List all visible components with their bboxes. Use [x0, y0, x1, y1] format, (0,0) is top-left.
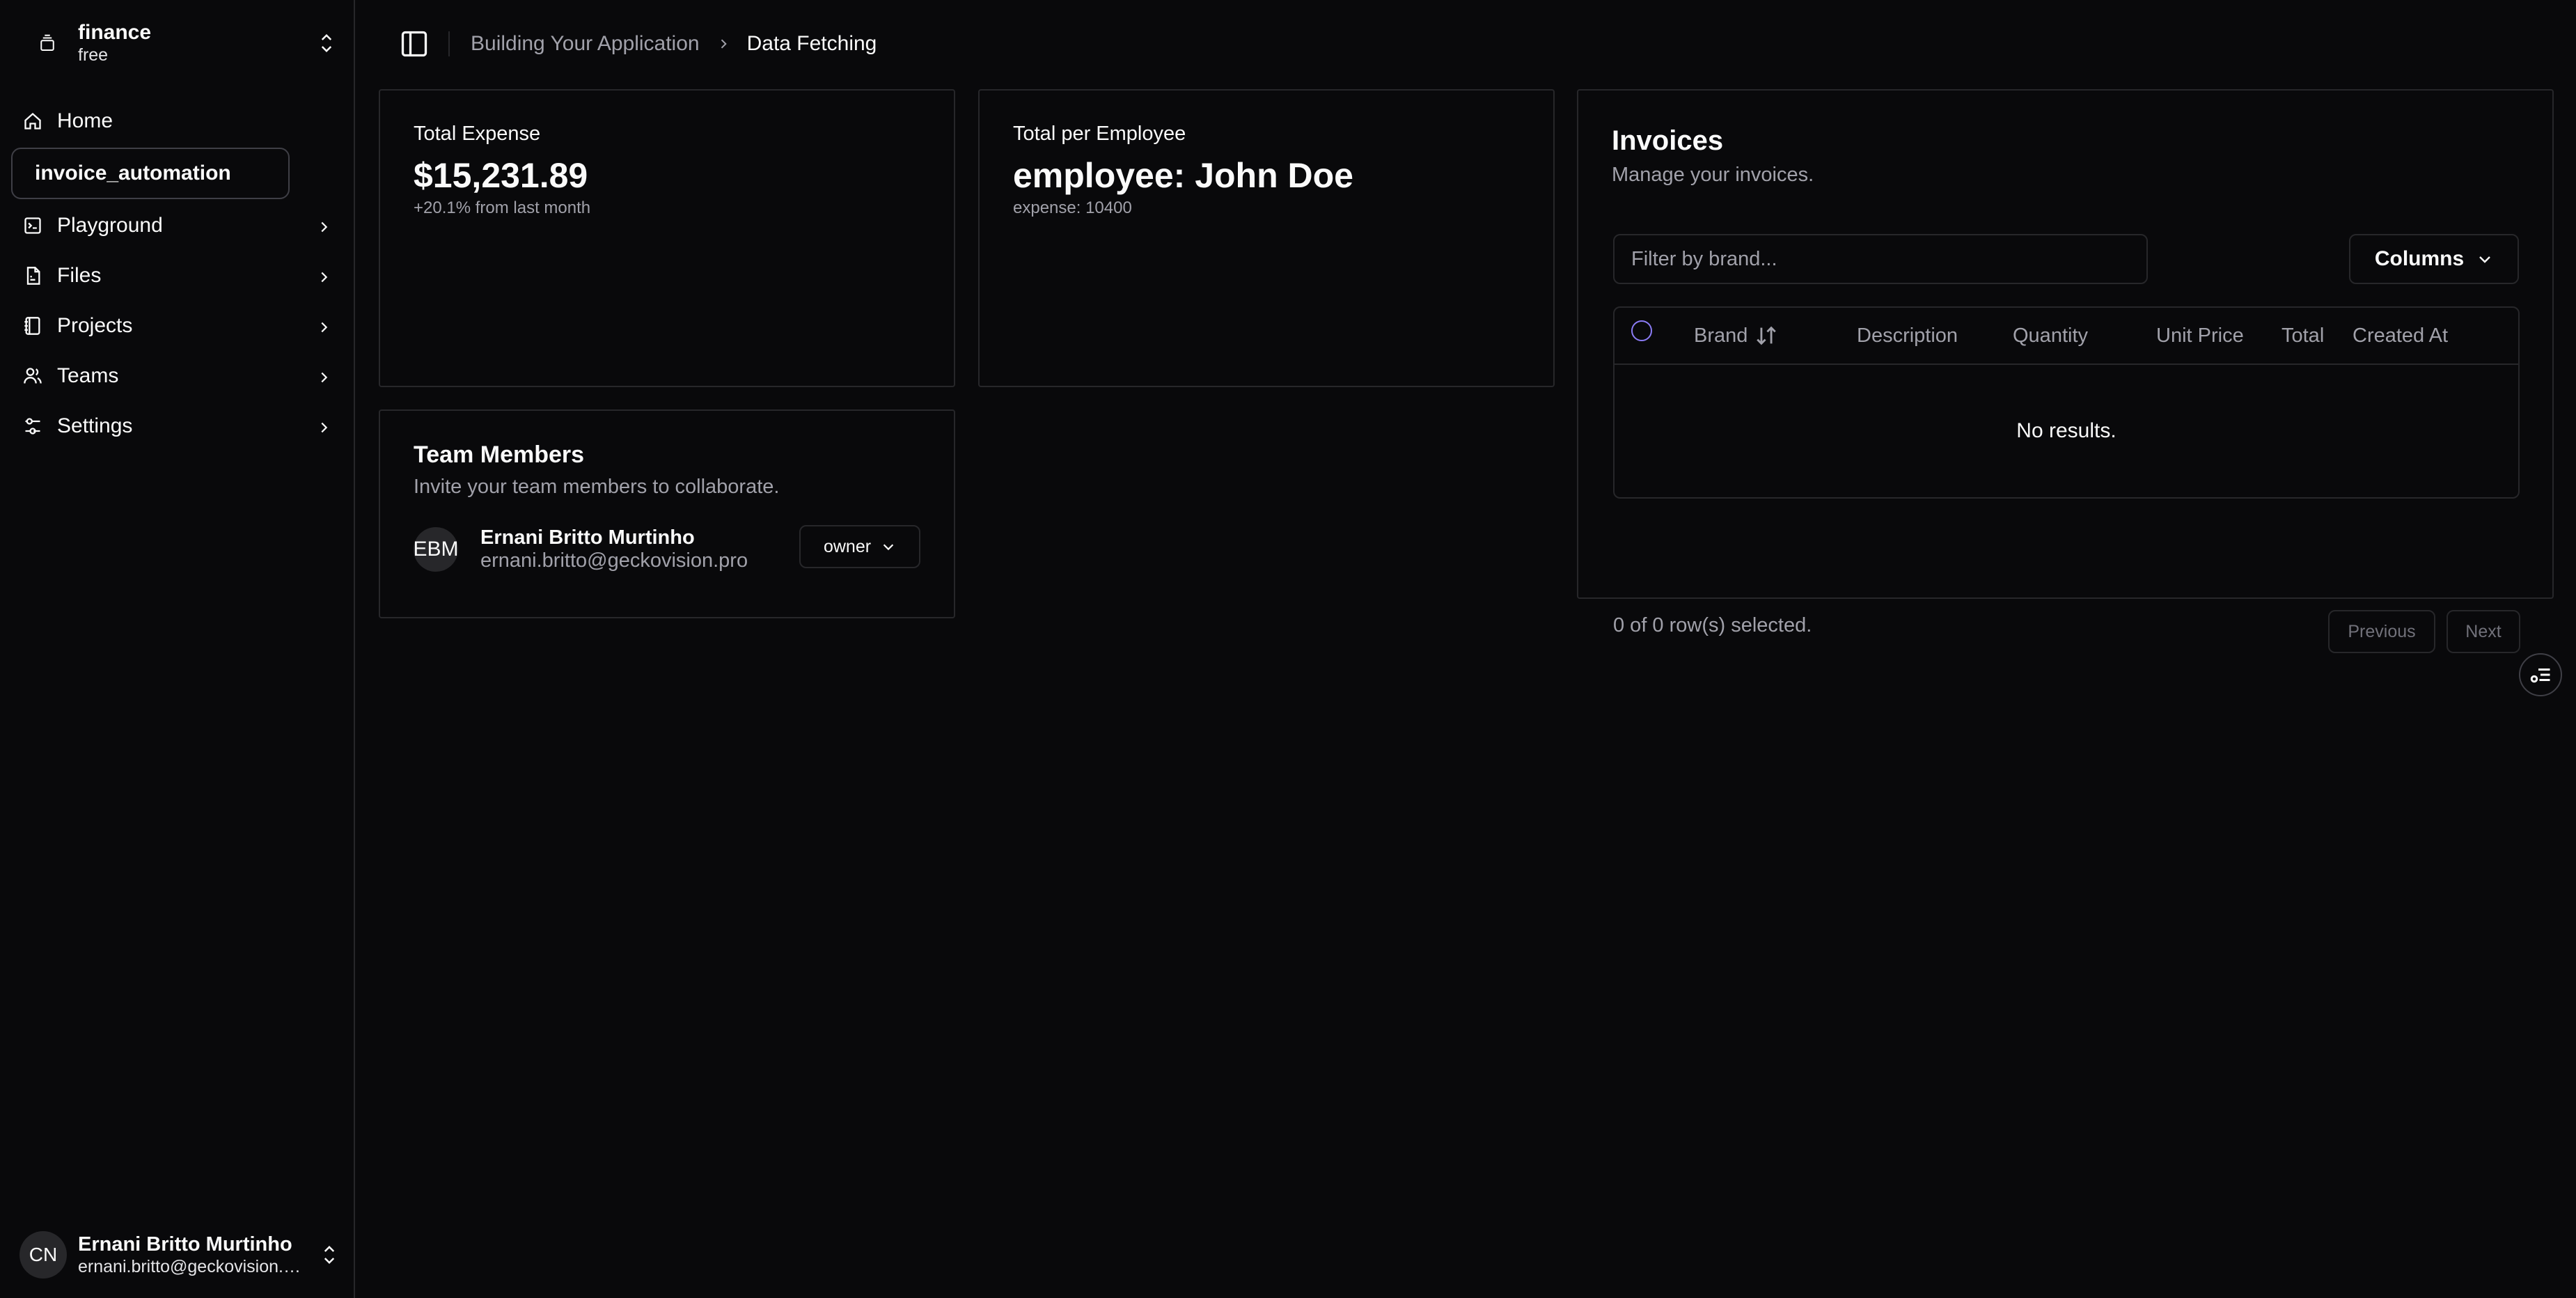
list-filter-icon: [2530, 668, 2550, 683]
sidebar-item-settings[interactable]: Settings: [11, 402, 344, 450]
card-subtext: expense: 10400: [1013, 198, 1132, 217]
terminal-square-icon: [22, 215, 43, 236]
table-header: Brand Description Quantity Unit Price To…: [1615, 308, 2518, 365]
header: Building Your Application Data Fetching: [355, 0, 2576, 88]
card-title: Team Members: [414, 441, 585, 468]
card-subtext: +20.1% from last month: [414, 198, 591, 217]
card-value: $15,231.89: [414, 156, 588, 195]
chevron-right-icon: [316, 267, 331, 291]
empty-state: No results.: [2016, 419, 2116, 442]
chevron-right-icon: [716, 36, 730, 52]
chevrons-up-down-icon: [319, 1241, 340, 1272]
column-header-unit-price: Unit Price: [2156, 324, 2244, 347]
breadcrumb-parent[interactable]: Building Your Application: [471, 32, 700, 56]
file-icon: [22, 265, 43, 286]
sidebar-item-projects[interactable]: Projects: [11, 302, 344, 350]
member-email: ernani.britto@geckovision.pro: [480, 549, 748, 572]
sidebar: finance free Home invoice_automation Pla…: [0, 0, 355, 1298]
column-header-label: Brand: [1694, 324, 1748, 347]
sidebar-item-invoice-automation[interactable]: invoice_automation: [11, 148, 290, 199]
column-header-created-at: Created At: [2353, 324, 2449, 347]
stack-icon: [26, 22, 68, 64]
sidebar-toggle-button[interactable]: [398, 28, 430, 60]
total-per-employee-card: Total per Employee employee: John Doe ex…: [978, 89, 1555, 387]
member-name: Ernani Britto Murtinho: [480, 526, 695, 549]
team-members-card: Team Members Invite your team members to…: [379, 409, 955, 618]
card-description: Invite your team members to collaborate.: [414, 476, 780, 498]
sidebar-item-teams[interactable]: Teams: [11, 352, 344, 400]
sort-icon: [1757, 326, 1777, 345]
total-expense-card: Total Expense $15,231.89 +20.1% from las…: [379, 89, 955, 387]
avatar: CN: [19, 1231, 67, 1279]
sidebar-item-label: Teams: [57, 364, 119, 387]
team-plan: free: [78, 45, 109, 65]
sidebar-item-files[interactable]: Files: [11, 252, 344, 299]
team-switcher[interactable]: finance free: [17, 13, 344, 74]
invoices-card: Invoices Manage your invoices. Columns B…: [1577, 89, 2554, 653]
previous-button[interactable]: Previous: [2328, 610, 2435, 653]
floating-options-button[interactable]: [2519, 653, 2562, 696]
sidebar-item-label: Settings: [57, 414, 133, 437]
notebook-icon: [22, 315, 43, 336]
settings-sliders-icon: [22, 416, 43, 437]
user-menu[interactable]: CN Ernani Britto Murtinho ernani.britto@…: [19, 1226, 340, 1284]
chevron-right-icon: [316, 217, 331, 241]
card-title: Invoices: [1612, 125, 1724, 156]
sidebar-nav: Home invoice_automation Playground Files…: [11, 97, 344, 453]
header-separator: [448, 31, 450, 56]
team-name: finance: [78, 21, 152, 45]
member-avatar: EBM: [414, 527, 459, 572]
panel-left-icon: [401, 31, 427, 57]
sidebar-item-label: Playground: [57, 214, 163, 237]
select-all-checkbox[interactable]: [1631, 320, 1652, 341]
next-button[interactable]: Next: [2447, 610, 2520, 653]
columns-label: Columns: [2374, 247, 2465, 270]
sidebar-item-label: Home: [57, 109, 113, 132]
sidebar-item-home[interactable]: Home: [11, 97, 344, 145]
member-row: EBM Ernani Britto Murtinho ernani.britto…: [414, 525, 920, 573]
user-email: ernani.britto@geckovision.pro: [78, 1257, 308, 1277]
chevron-down-icon: [883, 544, 894, 551]
user-name: Ernani Britto Murtinho: [78, 1233, 292, 1256]
users-icon: [22, 366, 43, 386]
chevron-right-icon: [316, 418, 331, 441]
role-label: owner: [823, 536, 872, 556]
selected-count: 0 of 0 row(s) selected.: [1613, 614, 1812, 636]
role-select[interactable]: owner: [799, 525, 920, 568]
card-label: Total per Employee: [1013, 123, 1186, 145]
card-value: employee: John Doe: [1013, 156, 1353, 195]
chevron-down-icon: [2479, 256, 2491, 263]
sidebar-item-label: Files: [57, 264, 102, 287]
breadcrumb-current: Data Fetching: [746, 32, 877, 55]
column-header-total: Total: [2282, 324, 2325, 347]
sidebar-item-playground[interactable]: Playground: [11, 202, 344, 249]
invoices-table: Brand Description Quantity Unit Price To…: [1613, 306, 2520, 499]
card-label: Total Expense: [414, 123, 541, 145]
home-icon: [22, 111, 43, 132]
columns-button[interactable]: Columns: [2349, 234, 2519, 284]
column-header-description: Description: [1857, 324, 1958, 347]
card-description: Manage your invoices.: [1612, 164, 1814, 186]
column-header-brand[interactable]: Brand: [1694, 308, 1778, 363]
chevrons-up-down-icon: [316, 29, 337, 61]
chevron-right-icon: [316, 368, 331, 391]
sidebar-item-label: Projects: [57, 314, 133, 337]
chevron-right-icon: [316, 318, 331, 341]
column-header-quantity: Quantity: [2013, 324, 2088, 347]
filter-brand-input[interactable]: [1613, 234, 2148, 284]
